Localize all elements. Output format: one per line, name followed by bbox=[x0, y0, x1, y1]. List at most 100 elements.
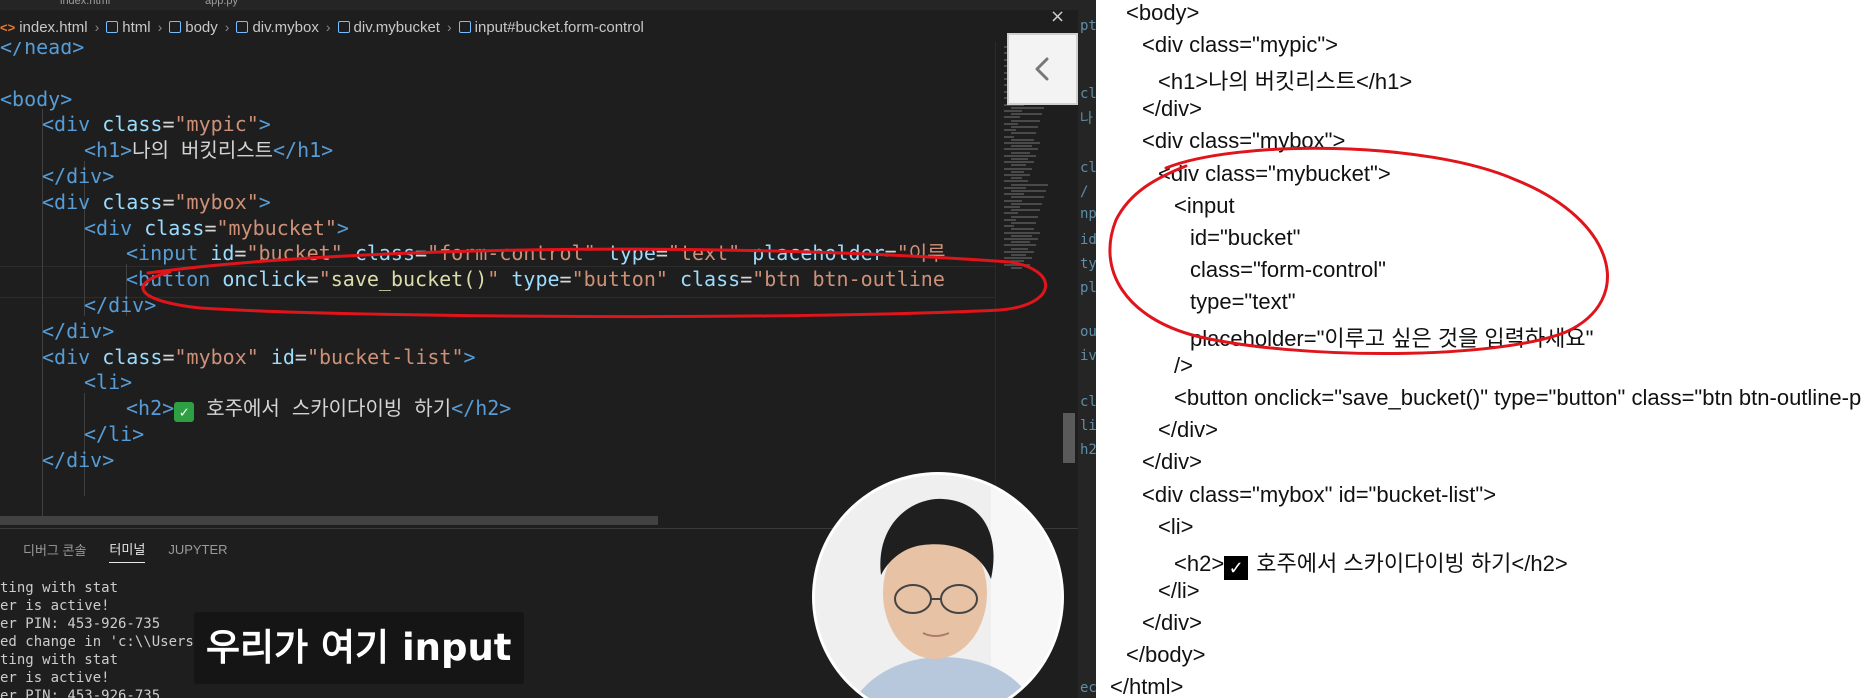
code-token: class bbox=[102, 344, 163, 369]
code-token: = bbox=[740, 267, 753, 292]
presenter-image bbox=[815, 475, 1061, 698]
slide-code-line: /> bbox=[1174, 353, 1193, 379]
chevron-right-icon: › bbox=[157, 19, 163, 35]
minimap-line bbox=[1004, 116, 1020, 119]
horizontal-scrollbar-thumb[interactable] bbox=[0, 516, 658, 525]
code-line: </div> bbox=[42, 445, 114, 475]
minimap-line bbox=[1004, 231, 1040, 234]
code-token: > bbox=[258, 189, 271, 214]
minimap-line bbox=[1004, 257, 1032, 260]
breadcrumb-label: div.mybox bbox=[252, 18, 319, 36]
breadcrumb-item-div-mybucket[interactable]: div.mybucket bbox=[337, 18, 440, 36]
code-token: "mybox" bbox=[174, 344, 259, 369]
tab-app-py[interactable]: app.py bbox=[205, 0, 238, 10]
tab-jupyter[interactable]: JUPYTER bbox=[168, 542, 227, 557]
code-token: "이루 bbox=[896, 241, 946, 266]
minimap-line bbox=[1004, 218, 1016, 221]
tab-index-html[interactable]: index.html bbox=[60, 0, 110, 10]
breadcrumb-label: div.mybucket bbox=[353, 18, 440, 36]
minimap-line bbox=[1011, 247, 1028, 250]
minimap-line bbox=[1011, 164, 1026, 167]
slide-code-line: </div> bbox=[1142, 96, 1202, 122]
breadcrumb-item-file[interactable]: <> index.html bbox=[0, 19, 88, 36]
editor-tab-strip: index.html app.py bbox=[0, 0, 1078, 10]
breadcrumb-item-body[interactable]: body bbox=[169, 19, 218, 36]
slide-code-line: type="text" bbox=[1190, 288, 1296, 314]
code-token: class bbox=[679, 267, 741, 292]
minimap-line bbox=[1011, 170, 1024, 173]
code-file-icon: <> bbox=[0, 19, 16, 35]
breadcrumb-label: body bbox=[185, 18, 218, 36]
minimap-line bbox=[1011, 145, 1032, 148]
code-token: 호주에서 스카이다이빙 하기 bbox=[194, 396, 452, 421]
checkbox-icon: ✓ bbox=[174, 402, 195, 423]
code-fragment: cla bbox=[1080, 160, 1096, 176]
code-token: = bbox=[234, 241, 247, 266]
breadcrumb-item-div-mybox[interactable]: div.mybox bbox=[236, 18, 319, 36]
code-token: <h2> bbox=[126, 396, 175, 421]
chevron-right-icon: › bbox=[94, 19, 100, 35]
tab-terminal[interactable]: 터미널 bbox=[109, 539, 146, 563]
slide-code-line: class="form-control" bbox=[1190, 256, 1386, 282]
code-token: = bbox=[306, 267, 319, 292]
code-token: <input bbox=[126, 241, 199, 266]
code-token: "text" bbox=[667, 241, 741, 266]
code-token: = bbox=[162, 112, 175, 137]
slide-code-line: <div class="mybox"> bbox=[1142, 128, 1346, 154]
cube-icon bbox=[106, 21, 119, 33]
code-token: <li> bbox=[84, 370, 133, 395]
code-token: "button" bbox=[571, 267, 668, 292]
code-token: <div bbox=[42, 344, 91, 369]
code-token: type bbox=[607, 241, 656, 266]
code-token: </h2> bbox=[451, 396, 512, 421]
minimap-line bbox=[1011, 254, 1026, 256]
tab-debug-console[interactable]: 디버그 콘솔 bbox=[23, 540, 86, 559]
close-icon[interactable]: × bbox=[1050, 6, 1065, 27]
minimap-line bbox=[1004, 263, 1030, 266]
minimap-line bbox=[1011, 234, 1032, 237]
code-token: () bbox=[463, 267, 488, 292]
slide-code-line: <body> bbox=[1126, 0, 1200, 25]
code-token: type bbox=[511, 267, 560, 292]
minimap-line bbox=[1011, 209, 1040, 212]
minimap-line bbox=[1011, 119, 1040, 122]
minimap-line bbox=[1011, 196, 1044, 199]
code-token: "mypic" bbox=[174, 112, 259, 137]
minimap-line bbox=[1004, 212, 1018, 215]
video-subtitle: 우리가 여기 input bbox=[194, 612, 524, 684]
minimap-line bbox=[1004, 129, 1016, 132]
minimap-line bbox=[1011, 151, 1030, 154]
breadcrumb-item-input[interactable]: input#bucket.form-control bbox=[458, 19, 644, 36]
code-token: <div bbox=[84, 215, 133, 240]
code-token: <body> bbox=[0, 86, 73, 111]
code-token: </div> bbox=[42, 318, 115, 343]
chevron-right-icon: › bbox=[325, 19, 331, 35]
slide-collapse-button[interactable] bbox=[1007, 33, 1078, 105]
code-token: = bbox=[162, 189, 175, 214]
vertical-scrollbar-thumb[interactable] bbox=[1063, 413, 1075, 463]
minimap-line bbox=[1011, 183, 1048, 186]
minimap-line bbox=[1004, 110, 1022, 112]
code-token: onclick bbox=[222, 267, 307, 292]
breadcrumb-item-html[interactable]: html bbox=[106, 18, 151, 36]
code-token: id bbox=[270, 344, 295, 369]
code-area[interactable]: </head> <body> <div class="mypic"> <h1>나의 버… bbox=[0, 42, 995, 526]
minimap-line bbox=[1004, 167, 1032, 170]
minimap-line bbox=[1004, 250, 1034, 253]
code-token: 나의 버킷리스트 bbox=[132, 138, 274, 163]
minimap-line bbox=[1011, 266, 1022, 269]
minimap-line bbox=[1004, 122, 1018, 125]
checkbox-icon: ✓ bbox=[1224, 555, 1249, 580]
code-editor[interactable]: index.html app.py <> index.html › html ›… bbox=[0, 0, 1078, 698]
code-token: class bbox=[144, 215, 205, 240]
panel-tabs: 디버그 콘솔 터미널 JUPYTER bbox=[0, 529, 228, 569]
minimap-line bbox=[1004, 193, 1024, 196]
minimap-line bbox=[1011, 158, 1028, 160]
code-token: = bbox=[162, 344, 175, 369]
code-token: </head> bbox=[0, 42, 85, 59]
breadcrumb-label: html bbox=[122, 18, 151, 36]
code-line: <li> bbox=[84, 367, 132, 397]
code-fragment: li bbox=[1080, 418, 1096, 434]
